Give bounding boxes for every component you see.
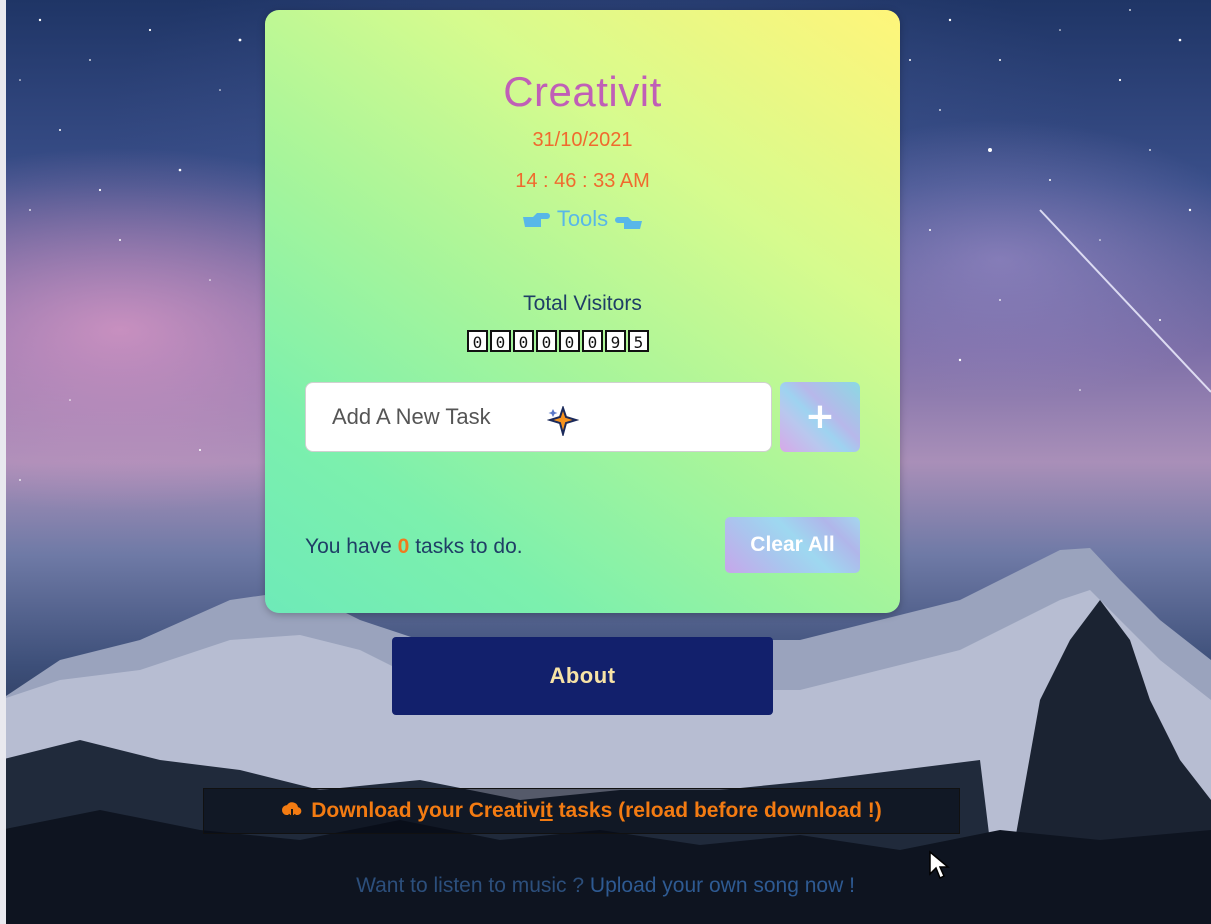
main-card: Creativit 31/10/2021 14 : 46 : 33 AM Too… [265, 10, 900, 613]
upload-song-link[interactable]: Upload your own song now ! [590, 874, 855, 897]
new-task-input[interactable] [305, 382, 772, 452]
add-task-button[interactable]: + [780, 382, 860, 452]
app-title: Creativit [503, 68, 662, 115]
about-button[interactable]: About [392, 637, 773, 715]
download-tasks-link[interactable]: Download your Creativit tasks (reload be… [203, 788, 960, 834]
counter-digit: 9 [605, 330, 626, 352]
counter-digit: 0 [536, 330, 557, 352]
music-upload-prompt: Want to listen to music ? Upload your ow… [0, 874, 1211, 898]
tools-link[interactable]: Tools [265, 206, 900, 232]
counter-digit: 0 [513, 330, 534, 352]
counter-digit: 0 [490, 330, 511, 352]
task-count: 0 [397, 535, 410, 558]
window-left-edge [0, 0, 6, 924]
tools-label: Tools [556, 206, 609, 231]
pointing-right-hand-icon [522, 213, 550, 227]
total-visitors-label: Total Visitors [523, 292, 642, 315]
mouse-cursor-icon [929, 850, 950, 880]
summary-prefix: You have [305, 535, 392, 558]
current-date: 31/10/2021 [532, 129, 633, 151]
summary-suffix: tasks to do. [415, 535, 523, 558]
task-summary: You have 0 tasks to do. [305, 535, 523, 559]
counter-digit: 0 [582, 330, 603, 352]
sparkle-icon [547, 406, 579, 436]
download-text: Download your Creativit tasks (reload be… [311, 799, 882, 822]
counter-digit: 0 [467, 330, 488, 352]
counter-digit: 0 [559, 330, 580, 352]
visitor-counter: 0 0 0 0 0 0 9 5 [467, 330, 649, 354]
pointing-left-hand-icon [615, 217, 643, 229]
clear-all-button[interactable]: Clear All [725, 517, 860, 573]
current-time: 14 : 46 : 33 AM [515, 170, 650, 192]
counter-digit: 5 [628, 330, 649, 352]
cloud-download-icon [282, 802, 302, 820]
music-prefix: Want to listen to music ? [356, 874, 585, 897]
